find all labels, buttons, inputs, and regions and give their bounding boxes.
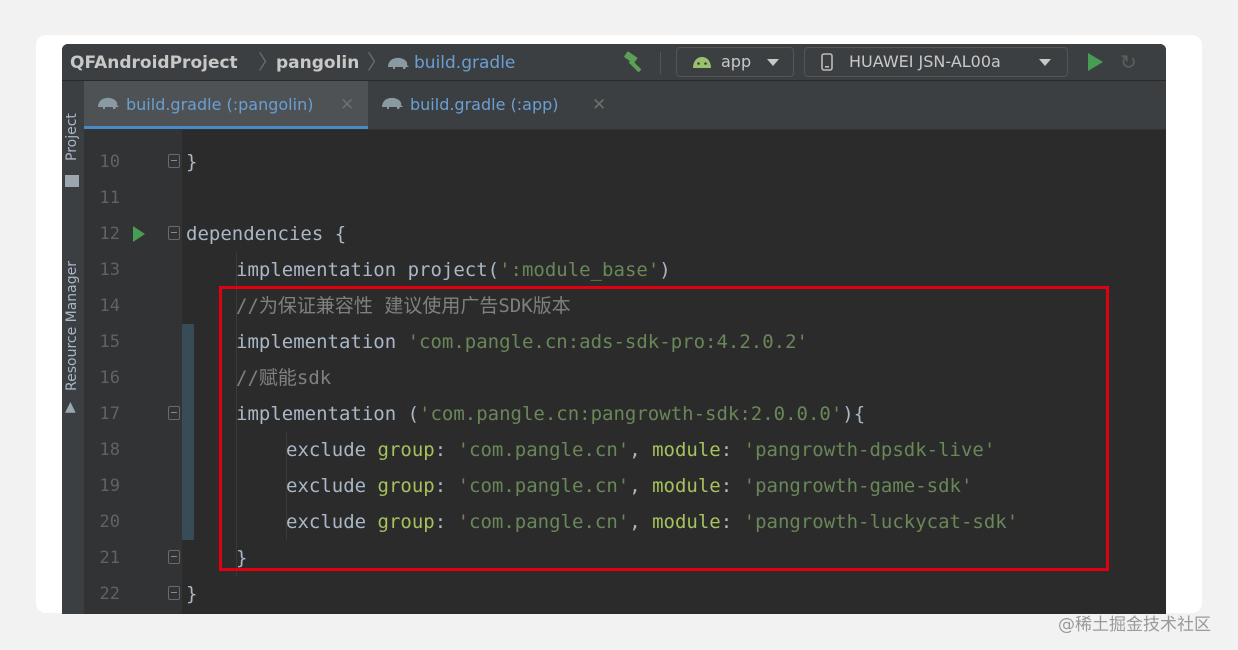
code-line-14: 14 implementation project(':module_base'… bbox=[84, 252, 1166, 316]
android-icon bbox=[693, 57, 711, 68]
run-config-label: app bbox=[721, 52, 752, 71]
phone-icon bbox=[821, 53, 833, 71]
code-line-11: 11 } bbox=[84, 144, 1166, 208]
code-line-23: 23 } bbox=[84, 576, 1166, 612]
code-text: } bbox=[186, 151, 198, 173]
device-selector[interactable]: HUAWEI JSN-AL00a bbox=[804, 47, 1068, 77]
breadcrumb-project[interactable]: QFAndroidProject bbox=[70, 51, 238, 75]
chevron-right-icon: 〉 bbox=[258, 50, 278, 74]
device-label: HUAWEI JSN-AL00a bbox=[849, 52, 1001, 71]
highlight-box bbox=[219, 286, 1109, 571]
code-text: } bbox=[186, 583, 198, 605]
tool-window-sidebar: Project Resource Manager ▲ bbox=[62, 81, 85, 614]
hammer-build-icon[interactable] bbox=[622, 50, 648, 74]
watermark: @稀土掘金技术社区 bbox=[1058, 615, 1211, 635]
code-text: implementation project(':module_base') bbox=[236, 259, 671, 281]
navigation-bar: QFAndroidProject 〉 pangolin 〉 build.grad… bbox=[62, 44, 1166, 81]
code-line-13: 13 dependencies { bbox=[84, 216, 1166, 280]
fold-marker-icon[interactable] bbox=[168, 154, 180, 168]
fold-marker-icon[interactable] bbox=[168, 586, 180, 600]
breadcrumb-file[interactable]: build.gradle bbox=[414, 51, 515, 75]
fold-marker-icon[interactable] bbox=[168, 406, 180, 420]
breadcrumb-module[interactable]: pangolin bbox=[276, 51, 359, 75]
code-line-12: 12 bbox=[84, 180, 1166, 244]
run-gutter-icon[interactable] bbox=[133, 226, 145, 242]
code-line-partial: 10 bbox=[84, 108, 1166, 172]
chevron-down-icon bbox=[767, 59, 779, 66]
run-config-selector[interactable]: app bbox=[676, 47, 794, 77]
code-text: dependencies { bbox=[186, 223, 347, 245]
chevron-right-icon: 〉 bbox=[367, 50, 387, 74]
chevron-down-icon bbox=[1039, 59, 1051, 66]
apply-changes-icon[interactable]: ↻ bbox=[1120, 51, 1137, 73]
fold-marker-icon[interactable] bbox=[168, 226, 180, 240]
toolbar-divider bbox=[660, 52, 661, 74]
line-number: 23 bbox=[90, 612, 120, 614]
fold-marker-icon[interactable] bbox=[168, 550, 180, 564]
vcs-change-marker[interactable] bbox=[182, 324, 194, 540]
resources-icon: ▲ bbox=[65, 399, 76, 415]
run-icon[interactable] bbox=[1088, 53, 1103, 71]
project-tool-tab[interactable]: Project bbox=[64, 113, 80, 161]
folder-icon bbox=[65, 175, 79, 187]
gradle-elephant-icon bbox=[388, 57, 409, 69]
resource-manager-tool-tab[interactable]: Resource Manager bbox=[64, 261, 80, 391]
